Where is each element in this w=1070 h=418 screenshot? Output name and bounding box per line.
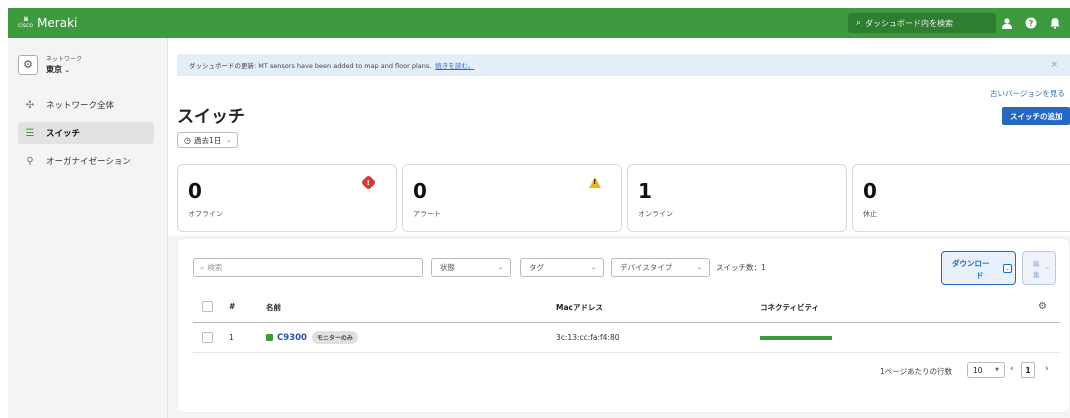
sidebar: ⚙ ネットワーク 東京 ⌄ ✣ ネットワーク全体 ☰ スイッチ ⚲ オーガナイゼ…: [8, 38, 168, 418]
svg-text:?: ?: [1028, 18, 1033, 27]
mac-address: 3c:13:cc:fa:f4:80: [556, 333, 620, 342]
dormant-card[interactable]: 0 休止: [852, 164, 1070, 232]
alert-count: 0: [413, 179, 427, 203]
network-selector-label: ネットワーク: [46, 56, 83, 63]
chevron-down-icon: ▼: [995, 367, 999, 373]
dormant-label: 休止: [863, 210, 877, 218]
online-count: 1: [638, 179, 652, 203]
status-online-icon: [266, 334, 273, 341]
connectivity-bar: [760, 336, 832, 340]
chevron-down-icon: ⌄: [590, 264, 596, 271]
warning-icon: !: [589, 177, 601, 188]
page-title: スイッチ: [177, 107, 245, 127]
chevron-right-icon[interactable]: ›: [1045, 364, 1049, 374]
column-header-name[interactable]: 名前: [266, 302, 281, 313]
help-icon[interactable]: ?: [1024, 16, 1037, 29]
brand-name: Meraki: [37, 16, 78, 30]
sidebar-item-organization[interactable]: ⚲ オーガナイゼーション: [18, 150, 154, 172]
dashboard-search-input[interactable]: ⌕ ダッシュボード内を検索: [848, 13, 996, 33]
search-icon: ⌕: [200, 262, 205, 272]
cisco-logo-icon: ılıılı cisco: [18, 16, 34, 29]
select-all-checkbox[interactable]: [202, 301, 213, 312]
status-filter-dropdown[interactable]: 状態 ⌄: [431, 258, 511, 277]
rows-per-page-select[interactable]: 10 ▼: [967, 362, 1005, 378]
search-input[interactable]: ⌕ 検索: [193, 258, 423, 277]
meraki-logo[interactable]: ılıılı cisco Meraki: [18, 16, 77, 30]
switch-icon: ☰: [25, 127, 35, 139]
edit-button[interactable]: 編 集 ⌄: [1022, 251, 1056, 285]
monitor-only-badge: モニターのみ: [311, 331, 358, 344]
device-type-filter-dropdown[interactable]: デバイスタイプ ⌄: [611, 258, 710, 277]
column-header-connectivity[interactable]: コネクティビティ: [760, 302, 819, 313]
offline-label: オフライン: [188, 210, 223, 218]
current-page[interactable]: 1: [1021, 362, 1035, 378]
clock-icon: ◷: [184, 135, 191, 145]
sidebar-item-switch[interactable]: ☰ スイッチ: [18, 122, 154, 144]
banner-read-more-link[interactable]: 続きを読む。: [435, 60, 474, 70]
row-checkbox[interactable]: [202, 332, 213, 343]
top-strip: [0, 0, 1070, 8]
switch-name-link[interactable]: C9300 モニターのみ: [266, 331, 358, 344]
network-selector[interactable]: ⚙ ネットワーク 東京 ⌄: [18, 54, 82, 75]
offline-count: 0: [188, 179, 202, 203]
bell-icon[interactable]: [1048, 16, 1061, 29]
column-header-number[interactable]: #: [229, 302, 235, 311]
search-icon: ⌕: [856, 18, 862, 28]
network-icon: ⚙: [18, 54, 38, 75]
sidebar-item-network-wide[interactable]: ✣ ネットワーク全体: [18, 94, 154, 116]
rows-per-page-label: 1ページあたりの行数: [880, 367, 953, 376]
switch-count: スイッチ数：1: [716, 263, 766, 272]
chevron-down-icon: ⌄: [497, 264, 503, 271]
online-label: オンライン: [638, 210, 673, 218]
chevron-left-icon[interactable]: ‹: [1010, 364, 1014, 374]
time-range-dropdown[interactable]: ◷ 過去1日 ⌄: [177, 132, 239, 148]
add-switch-button[interactable]: スイッチの追加: [1002, 107, 1070, 125]
table-header-divider: [193, 322, 1060, 323]
chevron-down-icon: ⌄: [696, 264, 702, 271]
gear-icon[interactable]: ⚙: [1038, 301, 1047, 312]
chevron-down-icon: ⌄: [1045, 264, 1051, 271]
chevron-down-icon: ⌄: [1003, 264, 1012, 273]
error-icon: !: [360, 174, 377, 191]
table-row-divider: [193, 352, 1060, 353]
tag-filter-dropdown[interactable]: タグ ⌄: [520, 258, 604, 277]
alert-card[interactable]: 0 アラート !: [402, 164, 622, 232]
user-icon[interactable]: [1000, 16, 1013, 29]
download-button[interactable]: ダウンロー ド ⌄: [941, 251, 1016, 285]
top-bar: ılıılı cisco Meraki ⌕ ダッシュボード内を検索 ?: [8, 8, 1070, 38]
chevron-down-icon: ⌄: [226, 136, 232, 144]
chevron-down-icon: ⌄: [64, 67, 70, 74]
column-header-mac[interactable]: Macアドレス: [556, 302, 603, 313]
old-version-link[interactable]: 古いバージョンを見る: [990, 88, 1065, 99]
update-banner: ダッシュボードの更新: MT sensors have been added t…: [177, 54, 1070, 76]
alert-label: アラート: [413, 210, 441, 218]
close-icon[interactable]: ×: [1050, 60, 1058, 70]
banner-text: ダッシュボードの更新: MT sensors have been added t…: [189, 62, 432, 70]
network-wide-icon: ✣: [25, 99, 35, 111]
organization-icon: ⚲: [26, 155, 34, 167]
dormant-count: 0: [863, 179, 877, 203]
offline-card[interactable]: 0 オフライン !: [177, 164, 397, 232]
network-selector-value: 東京 ⌄: [46, 65, 70, 74]
online-card[interactable]: 1 オンライン: [627, 164, 847, 232]
row-number: 1: [229, 333, 234, 342]
